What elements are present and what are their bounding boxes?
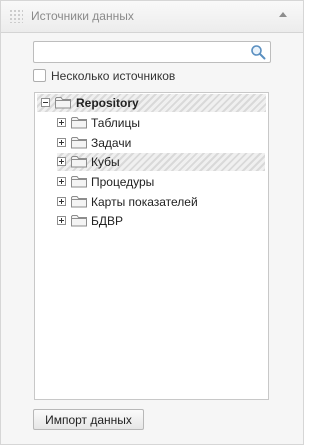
import-data-button[interactable]: Импорт данных [33,409,144,430]
folder-icon [71,137,87,149]
tree-node-cubes[interactable]: Кубы [57,153,265,171]
folder-icon [71,117,87,129]
tree-node-scorecards[interactable]: Карты показателей [57,193,265,211]
folder-icon [71,156,87,168]
tree-node-label: Карты показателей [91,195,198,209]
collapse-arrow-icon[interactable] [279,12,287,17]
tree-node-tables[interactable]: Таблицы [57,114,265,132]
folder-icon [71,196,87,208]
expand-node-icon[interactable] [57,177,66,186]
tree-node-label: Repository [76,96,139,110]
search-input[interactable] [37,43,245,61]
panel-header: Источники данных [1,1,303,33]
expand-node-icon[interactable] [57,118,66,127]
tree-node-label: Процедуры [91,175,155,189]
multiple-sources-checkbox[interactable] [33,69,46,82]
expand-node-icon[interactable] [57,138,66,147]
tree-node-label: Кубы [91,155,120,169]
tree-node-bdvr[interactable]: БДВР [57,212,265,230]
search-icon[interactable] [250,44,266,60]
collapse-node-icon[interactable] [41,98,50,107]
expand-node-icon[interactable] [57,157,66,166]
tree-node-tasks[interactable]: Задачи [57,134,265,152]
data-sources-panel: Источники данных Несколько источников Re… [0,0,304,445]
tree-node-label: Задачи [91,136,132,150]
drag-grip-icon[interactable] [9,9,23,23]
panel-title: Источники данных [31,9,134,23]
folder-icon [71,176,87,188]
tree-node-label: Таблицы [91,116,141,130]
tree-node-repository[interactable]: Repository [37,94,266,112]
tree-node-procedures[interactable]: Процедуры [57,173,265,191]
folder-icon [71,215,87,227]
expand-node-icon[interactable] [57,216,66,225]
search-box [33,41,271,63]
folder-icon [55,97,71,109]
expand-node-icon[interactable] [57,197,66,206]
multiple-sources-label: Несколько источников [51,69,176,83]
tree-node-label: БДВР [91,214,124,228]
repository-tree: Repository Таблицы Задачи Кубы Процедуры… [34,92,269,400]
